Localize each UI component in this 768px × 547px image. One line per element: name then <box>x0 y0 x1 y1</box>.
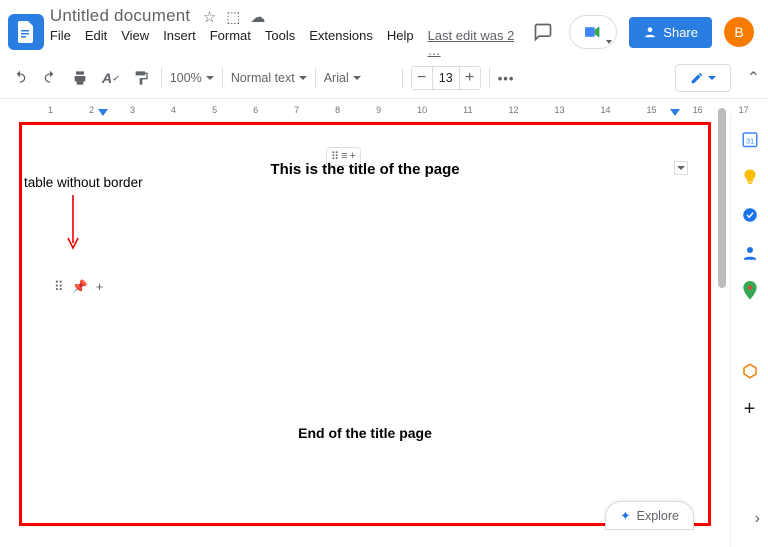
calendar-addon-icon[interactable]: 31 <box>740 129 760 149</box>
ruler-tick: 14 <box>601 105 611 115</box>
ruler-tick: 8 <box>335 105 340 115</box>
print-button[interactable] <box>68 66 92 90</box>
account-avatar[interactable]: B <box>724 17 754 47</box>
zoom-select[interactable]: 100% <box>170 71 214 85</box>
addon-icon[interactable] <box>740 361 760 381</box>
chevron-down-icon <box>708 76 716 80</box>
toolbar: A✓ 100% Normal text Arial − 13 + ••• ⌃ <box>0 58 768 99</box>
explore-icon: ✦ <box>620 508 630 523</box>
separator <box>489 68 490 88</box>
explore-button[interactable]: ✦ Explore <box>605 501 694 530</box>
font-size-input[interactable]: 13 <box>432 67 460 89</box>
ruler-tick: 16 <box>693 105 703 115</box>
menu-edit[interactable]: Edit <box>85 28 107 58</box>
doc-title[interactable]: Untitled document <box>50 6 190 25</box>
menu-bar: File Edit View Insert Format Tools Exten… <box>50 28 529 58</box>
ruler-tick: 9 <box>376 105 381 115</box>
get-addons-button[interactable]: + <box>740 399 760 419</box>
ruler-tick: 1 <box>48 105 53 115</box>
separator <box>315 68 316 88</box>
spellcheck-button[interactable]: A✓ <box>98 66 123 90</box>
keep-addon-icon[interactable] <box>740 167 760 187</box>
docs-app-icon[interactable] <box>8 14 44 50</box>
scrollbar-thumb[interactable] <box>718 108 726 288</box>
cloud-status-icon[interactable]: ☁ <box>250 8 265 26</box>
ruler-tick: 3 <box>130 105 135 115</box>
menu-view[interactable]: View <box>121 28 149 58</box>
menu-format[interactable]: Format <box>210 28 251 58</box>
ruler-tick: 5 <box>212 105 217 115</box>
separator <box>402 68 403 88</box>
page[interactable]: ⠿ ≡ + This is the title of the page tabl… <box>22 125 708 523</box>
tasks-addon-icon[interactable] <box>740 205 760 225</box>
more-tools[interactable]: ••• <box>498 71 515 86</box>
chevron-down-icon <box>353 76 361 80</box>
meet-button[interactable] <box>569 15 617 49</box>
menu-insert[interactable]: Insert <box>163 28 196 58</box>
drag-handle-icon[interactable]: ⠿ <box>54 279 64 295</box>
add-row-icon[interactable]: + <box>96 279 104 295</box>
svg-text:31: 31 <box>745 137 753 146</box>
undo-button[interactable] <box>8 66 32 90</box>
paint-format-button[interactable] <box>129 66 153 90</box>
side-panel: 31 + › <box>730 115 768 547</box>
contacts-addon-icon[interactable] <box>740 243 760 263</box>
menu-extensions[interactable]: Extensions <box>309 28 373 58</box>
ruler-tick: 13 <box>555 105 565 115</box>
annotation-arrow <box>58 193 88 253</box>
menu-help[interactable]: Help <box>387 28 414 58</box>
menu-tools[interactable]: Tools <box>265 28 295 58</box>
horizontal-ruler[interactable]: 123456789101112131415161718 <box>0 99 768 115</box>
ruler-tick: 4 <box>171 105 176 115</box>
table-row-controls[interactable]: ⠿ 📌 + <box>54 279 103 295</box>
annotation-label: table without border <box>24 175 143 190</box>
style-select[interactable]: Normal text <box>231 71 307 85</box>
editing-mode-button[interactable] <box>675 64 731 92</box>
ruler-tick: 6 <box>253 105 258 115</box>
font-select[interactable]: Arial <box>324 71 394 85</box>
font-size-control: − 13 + <box>411 66 481 90</box>
font-size-increase[interactable]: + <box>460 67 480 89</box>
ruler-tick: 17 <box>739 105 749 115</box>
comments-icon[interactable] <box>529 18 557 46</box>
ruler-tick: 2 <box>89 105 94 115</box>
menu-file[interactable]: File <box>50 28 71 58</box>
redo-button[interactable] <box>38 66 62 90</box>
document-canvas[interactable]: ⠿ ≡ + This is the title of the page tabl… <box>0 115 730 547</box>
separator <box>222 68 223 88</box>
ruler-tick: 7 <box>294 105 299 115</box>
ruler-tick: 15 <box>647 105 657 115</box>
ruler-tick: 11 <box>463 105 472 115</box>
explore-label: Explore <box>637 509 679 523</box>
chevron-down-icon <box>299 76 307 80</box>
share-label: Share <box>663 25 698 40</box>
doc-end-text[interactable]: End of the title page <box>22 425 708 441</box>
chevron-down-icon <box>606 40 612 44</box>
edit-history-link[interactable]: Last edit was 2 … <box>428 28 530 58</box>
separator <box>161 68 162 88</box>
pin-icon[interactable]: 📌 <box>72 279 88 295</box>
ruler-tick: 12 <box>509 105 519 115</box>
expand-side-panel-button[interactable]: › <box>755 510 760 528</box>
chevron-down-icon <box>206 76 214 80</box>
star-icon[interactable]: ☆ <box>203 8 216 26</box>
ruler-tick: 10 <box>417 105 427 115</box>
vertical-scrollbar[interactable] <box>718 108 726 468</box>
move-icon[interactable]: ⬚ <box>226 8 240 26</box>
collapse-toolbar-button[interactable]: ⌃ <box>747 68 760 88</box>
font-size-decrease[interactable]: − <box>412 67 432 89</box>
share-button[interactable]: Share <box>629 17 712 48</box>
maps-addon-icon[interactable] <box>740 281 760 301</box>
